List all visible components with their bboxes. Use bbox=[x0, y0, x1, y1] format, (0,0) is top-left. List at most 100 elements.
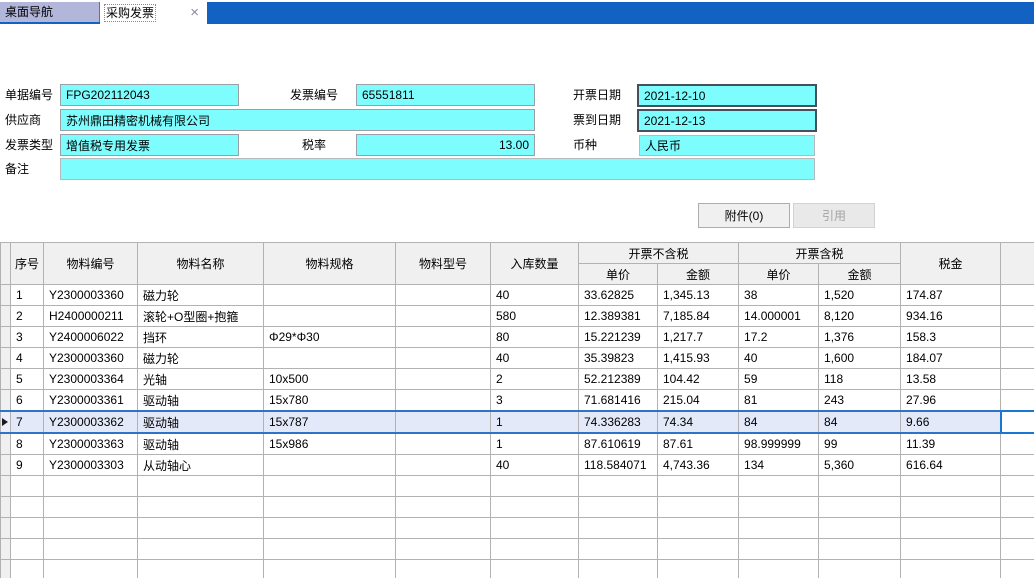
cell[interactable]: 4,743.36 bbox=[658, 455, 739, 476]
cell[interactable]: 2 bbox=[491, 369, 579, 390]
attachment-button[interactable]: 附件(0) bbox=[698, 203, 790, 228]
cell[interactable]: 17.2 bbox=[739, 327, 819, 348]
row-selector[interactable] bbox=[1, 369, 11, 390]
cell[interactable]: 驱动轴 bbox=[138, 433, 264, 455]
cell[interactable]: 5,360 bbox=[819, 455, 901, 476]
invoice-no-field[interactable] bbox=[356, 84, 535, 106]
invoice-type-field[interactable] bbox=[60, 134, 239, 156]
cell[interactable]: 3 bbox=[11, 327, 44, 348]
currency-field[interactable] bbox=[639, 135, 815, 156]
cell[interactable]: Y2300003303 bbox=[44, 455, 138, 476]
cell[interactable]: 616.64 bbox=[901, 455, 1001, 476]
cell[interactable]: 934.16 bbox=[901, 306, 1001, 327]
cell[interactable] bbox=[264, 285, 396, 306]
cell[interactable]: 174.87 bbox=[901, 285, 1001, 306]
cell[interactable]: 215.04 bbox=[658, 390, 739, 412]
cell[interactable]: 2 bbox=[11, 306, 44, 327]
cell[interactable]: 59 bbox=[739, 369, 819, 390]
cell[interactable]: 81 bbox=[739, 390, 819, 412]
cell[interactable]: 10x500 bbox=[264, 369, 396, 390]
cell[interactable]: Y2300003361 bbox=[44, 390, 138, 412]
close-icon[interactable]: × bbox=[190, 3, 199, 23]
tab-desktop-navigation[interactable]: 桌面导航 bbox=[0, 2, 100, 22]
cell[interactable]: Φ29*Φ30 bbox=[264, 327, 396, 348]
cell[interactable]: 1,415.93 bbox=[658, 348, 739, 369]
cell[interactable]: 134 bbox=[739, 455, 819, 476]
cell[interactable]: 1 bbox=[491, 411, 579, 433]
cell[interactable]: 6 bbox=[11, 390, 44, 412]
row-selector[interactable] bbox=[1, 433, 11, 455]
supplier-field[interactable] bbox=[60, 109, 535, 131]
cell[interactable]: 13.58 bbox=[901, 369, 1001, 390]
cell[interactable]: 7 bbox=[11, 411, 44, 433]
cell[interactable]: 38 bbox=[739, 285, 819, 306]
cell[interactable] bbox=[1001, 433, 1034, 455]
cell[interactable] bbox=[1001, 390, 1034, 412]
cell[interactable]: Y2400006022 bbox=[44, 327, 138, 348]
cell[interactable]: Y2300003360 bbox=[44, 348, 138, 369]
cell[interactable]: 4 bbox=[11, 348, 44, 369]
cell[interactable]: Y2300003360 bbox=[44, 285, 138, 306]
cell[interactable]: 驱动轴 bbox=[138, 411, 264, 433]
cell[interactable]: 243 bbox=[819, 390, 901, 412]
remark-field[interactable] bbox=[60, 158, 815, 180]
col-header-unit-price-excl[interactable]: 单价 bbox=[579, 264, 658, 285]
cell[interactable] bbox=[396, 411, 491, 433]
cell[interactable]: 52.212389 bbox=[579, 369, 658, 390]
cell[interactable] bbox=[1001, 306, 1034, 327]
cell[interactable]: 87.610619 bbox=[579, 433, 658, 455]
cell[interactable] bbox=[396, 306, 491, 327]
cell[interactable]: 5 bbox=[11, 369, 44, 390]
cell[interactable]: 1,345.13 bbox=[658, 285, 739, 306]
row-selector[interactable] bbox=[1, 348, 11, 369]
cell[interactable]: 8,120 bbox=[819, 306, 901, 327]
cell[interactable]: 158.3 bbox=[901, 327, 1001, 348]
cell[interactable]: 580 bbox=[491, 306, 579, 327]
col-header-item-model[interactable]: 物料型号 bbox=[396, 243, 491, 285]
cell[interactable]: 33.62825 bbox=[579, 285, 658, 306]
cell[interactable]: 99 bbox=[819, 433, 901, 455]
tax-rate-field[interactable] bbox=[356, 134, 535, 156]
col-header-item-code[interactable]: 物料编号 bbox=[44, 243, 138, 285]
cell[interactable] bbox=[396, 348, 491, 369]
cell[interactable]: 挡环 bbox=[138, 327, 264, 348]
col-header-amount-incl[interactable]: 金额 bbox=[819, 264, 901, 285]
current-row-selector[interactable] bbox=[1, 411, 11, 433]
cell[interactable]: 84 bbox=[739, 411, 819, 433]
cell[interactable]: 12.389381 bbox=[579, 306, 658, 327]
reference-button[interactable]: 引用 bbox=[793, 203, 875, 228]
cell[interactable]: 光轴 bbox=[138, 369, 264, 390]
cell[interactable]: 8 bbox=[11, 433, 44, 455]
cell[interactable] bbox=[1001, 348, 1034, 369]
cell[interactable]: 9.66 bbox=[901, 411, 1001, 433]
cell[interactable]: 98.999999 bbox=[739, 433, 819, 455]
cell[interactable]: 40 bbox=[491, 455, 579, 476]
cell[interactable]: 磁力轮 bbox=[138, 348, 264, 369]
cell[interactable] bbox=[1001, 327, 1034, 348]
cell[interactable]: Y2300003362 bbox=[44, 411, 138, 433]
focused-cell[interactable] bbox=[1001, 411, 1034, 433]
cell[interactable]: 15x780 bbox=[264, 390, 396, 412]
col-group-incl-tax[interactable]: 开票含税 bbox=[739, 243, 901, 264]
cell[interactable] bbox=[396, 455, 491, 476]
cell[interactable]: 87.61 bbox=[658, 433, 739, 455]
row-selector[interactable] bbox=[1, 455, 11, 476]
col-header-item-spec[interactable]: 物料规格 bbox=[264, 243, 396, 285]
col-header-unit-price-incl[interactable]: 单价 bbox=[739, 264, 819, 285]
cell[interactable]: 74.34 bbox=[658, 411, 739, 433]
cell[interactable] bbox=[396, 433, 491, 455]
arrival-date-field[interactable] bbox=[637, 109, 817, 132]
cell[interactable]: 71.681416 bbox=[579, 390, 658, 412]
row-selector[interactable] bbox=[1, 285, 11, 306]
col-header-qty-in[interactable]: 入库数量 bbox=[491, 243, 579, 285]
cell[interactable]: 40 bbox=[739, 348, 819, 369]
cell[interactable]: Y2300003363 bbox=[44, 433, 138, 455]
cell[interactable]: 1,520 bbox=[819, 285, 901, 306]
cell[interactable]: Y2300003364 bbox=[44, 369, 138, 390]
doc-no-field[interactable] bbox=[60, 84, 239, 106]
tab-purchase-invoice[interactable]: 采购发票 × bbox=[100, 2, 207, 24]
cell[interactable] bbox=[396, 369, 491, 390]
cell[interactable]: 从动轴心 bbox=[138, 455, 264, 476]
cell[interactable] bbox=[264, 306, 396, 327]
row-selector[interactable] bbox=[1, 306, 11, 327]
